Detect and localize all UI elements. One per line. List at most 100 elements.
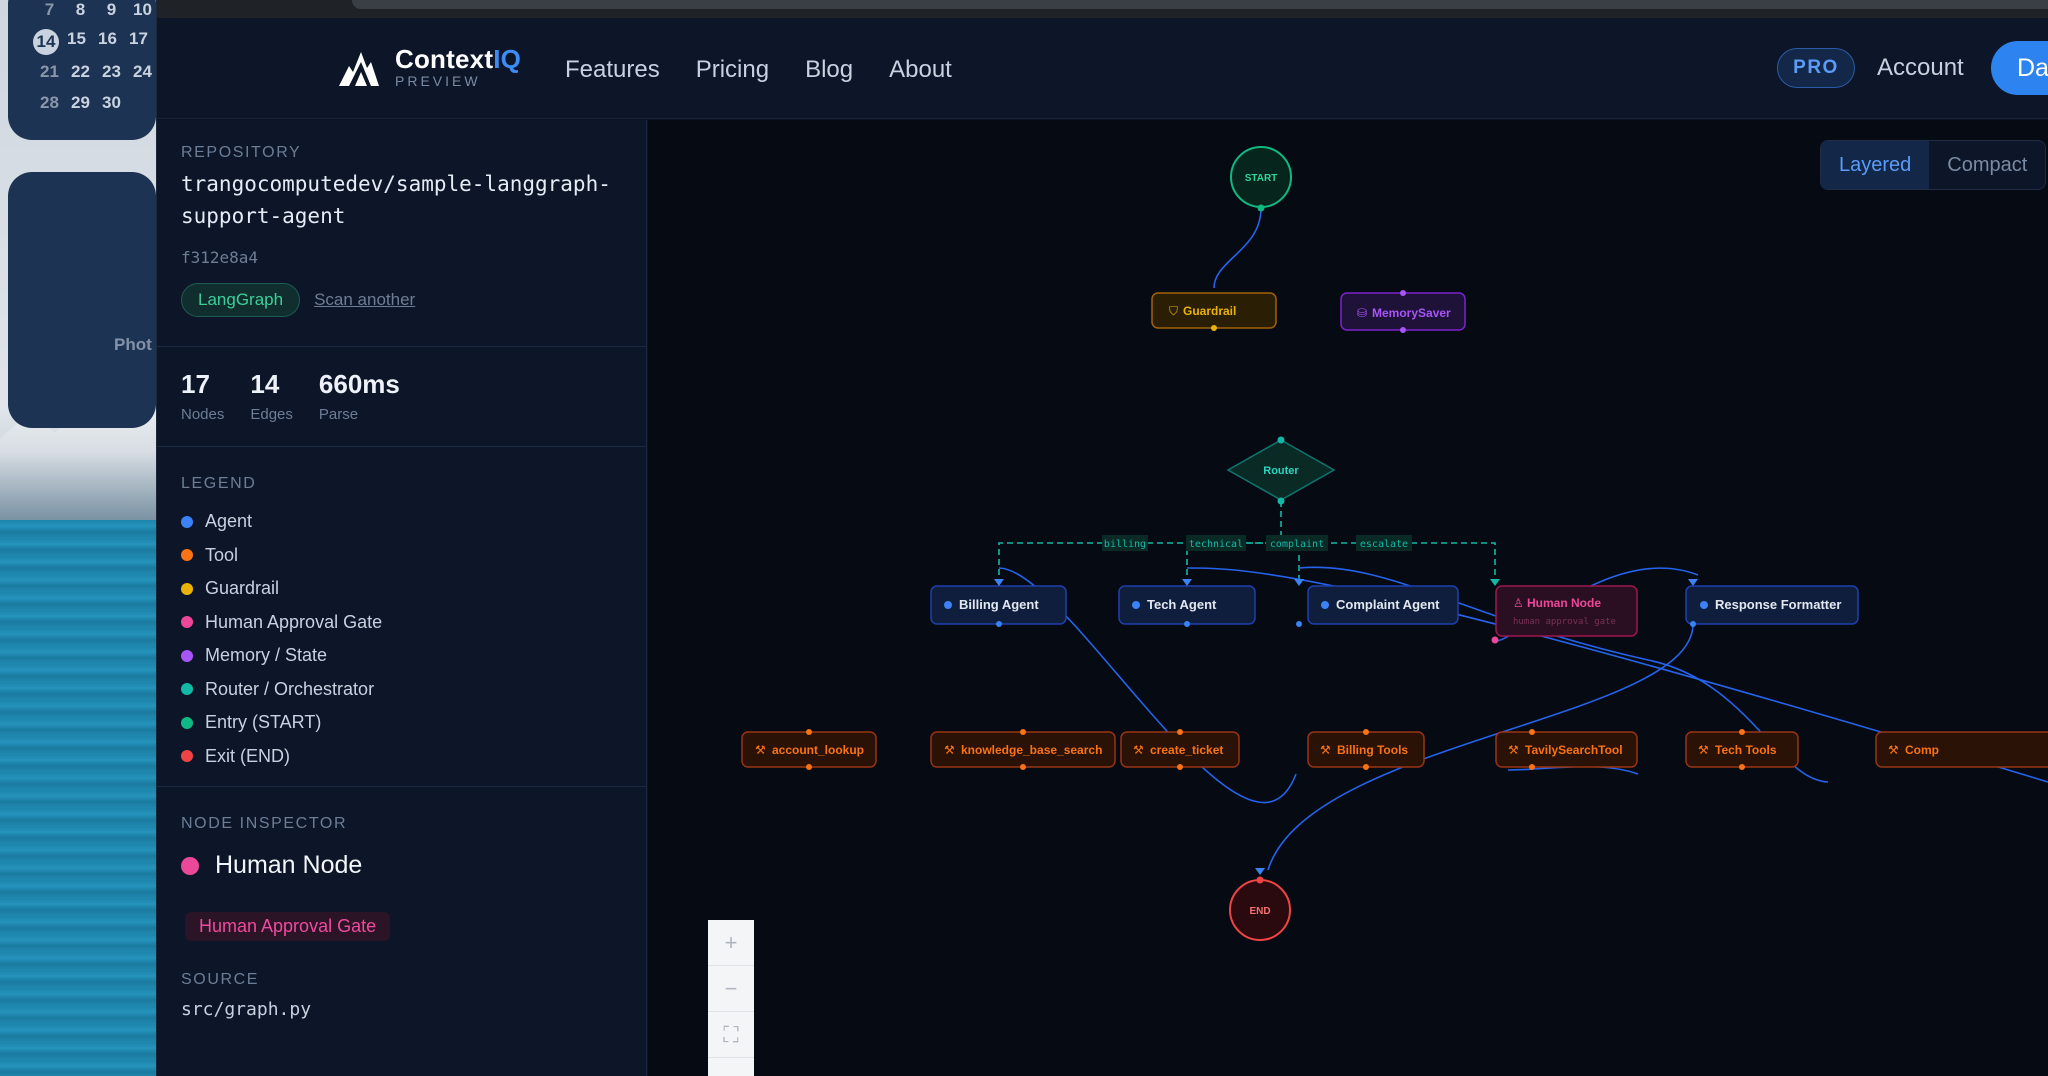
edge-label-technical: technical [1189, 539, 1243, 550]
calendar-day: 9 [106, 0, 117, 19]
toggle-compact[interactable]: Compact [1929, 141, 2045, 189]
nav-blog[interactable]: Blog [805, 56, 853, 84]
photos-widget[interactable]: Phot [8, 172, 156, 428]
source-path: src/graph.py [181, 999, 312, 1020]
toggle-layered[interactable]: Layered [1821, 141, 1930, 189]
legend-item-router: Router / Orchestrator [181, 673, 623, 707]
browser-toolbar [157, 0, 2048, 18]
node-billing-tools[interactable]: ⚒ Billing Tools [1307, 729, 1425, 770]
node-tech-tools[interactable]: ⚒ Tech Tools [1685, 729, 1799, 770]
node-account-lookup[interactable]: ⚒ account_lookup [741, 729, 877, 770]
calendar-day: 8 [75, 0, 86, 19]
svg-text:Billing Tools: Billing Tools [1337, 743, 1408, 757]
legend-section: LEGEND Agent Tool Guardrail Human Approv… [157, 447, 647, 787]
node-start-label: START [1245, 173, 1278, 184]
legend-dot [181, 750, 193, 763]
svg-text:TavilySearchTool: TavilySearchTool [1525, 743, 1623, 757]
repository-section: REPOSITORY trangocomputedev/sample-langg… [157, 120, 647, 347]
framework-tag: LangGraph [181, 283, 301, 317]
nav-features[interactable]: Features [565, 56, 660, 84]
wrench-icon: ⚒ [944, 743, 955, 757]
node-knowledge-base-search[interactable]: ⚒ knowledge_base_search [930, 729, 1116, 770]
tool-nodes: ⚒ account_lookup ⚒ knowledge_base_search… [741, 729, 2048, 770]
dashboard-button[interactable]: Da [1991, 41, 2048, 95]
inspector-node-title: Human Node [181, 851, 623, 880]
nav-pricing[interactable]: Pricing [696, 56, 769, 84]
node-response-formatter[interactable]: Response Formatter [1685, 579, 1859, 627]
photos-widget-label: Phot [114, 335, 152, 354]
wrench-icon: ⚒ [1698, 743, 1709, 757]
calendar-widget[interactable]: 7 8 9 10 14 15 16 17 21 22 23 24 28 29 3… [8, 0, 156, 140]
address-bar[interactable] [352, 0, 2048, 9]
calendar-day: 23 [102, 62, 121, 81]
calendar-day: 28 [40, 93, 59, 112]
node-memory[interactable]: ⛁ MemorySaver [1340, 290, 1466, 333]
legend-item-memory-state: Memory / State [181, 639, 623, 673]
calendar-day: 10 [133, 0, 152, 19]
calendar-row: 7 8 9 10 [34, 0, 156, 20]
browser-window: ContextIQ PREVIEW Features Pricing Blog … [156, 0, 2048, 1076]
legend-list: Agent Tool Guardrail Human Approval Gate… [181, 505, 623, 773]
pro-badge[interactable]: PRO [1777, 48, 1855, 88]
nav-about[interactable]: About [889, 56, 952, 84]
repo-name: trangocomputedev/sample-langgraph-suppor… [181, 172, 611, 228]
sidebar: REPOSITORY trangocomputedev/sample-langg… [157, 120, 647, 1076]
node-guardrail-label: Guardrail [1183, 304, 1236, 318]
stat-edges: 14 Edges [250, 369, 293, 423]
node-complaint-tools[interactable]: ⚒ Comp [1875, 731, 2048, 768]
calendar-day: 30 [102, 93, 121, 112]
calendar-day: 15 [67, 29, 86, 48]
calendar-today: 14 [33, 29, 59, 55]
node-router[interactable]: Router [1226, 436, 1336, 505]
zoom-in-button[interactable]: + [708, 920, 754, 966]
commit-hash: f312e8a4 [181, 248, 259, 267]
edge-label-billing: billing [1104, 539, 1146, 550]
node-start[interactable]: START [1230, 146, 1292, 212]
calendar-day: 24 [133, 62, 152, 81]
fit-view-button[interactable]: ⛶ [708, 1012, 754, 1058]
node-tech-agent-label: Tech Agent [1147, 597, 1217, 612]
site-header: ContextIQ PREVIEW Features Pricing Blog … [157, 18, 2048, 119]
node-response-formatter-label: Response Formatter [1715, 597, 1841, 612]
svg-text:Comp: Comp [1905, 743, 1939, 757]
calendar-row: 21 22 23 24 [34, 62, 156, 82]
node-complaint-agent-label: Complaint Agent [1336, 597, 1440, 612]
node-end[interactable]: END [1229, 868, 1291, 941]
wrench-icon: ⚒ [1133, 743, 1144, 757]
inspector-node-type: Human Approval Gate [185, 912, 391, 941]
brand-logo[interactable]: ContextIQ PREVIEW [337, 46, 521, 89]
node-complaint-agent[interactable]: Complaint Agent [1294, 579, 1459, 627]
node-inspector-section: NODE INSPECTOR Human Node Human Approval… [157, 787, 647, 1076]
wrench-icon: ⚒ [1888, 743, 1899, 757]
edge-label-complaint: complaint [1270, 539, 1324, 550]
calendar-day: 17 [129, 29, 148, 48]
scan-another-link[interactable]: Scan another [314, 290, 415, 310]
stat-parse: 660ms Parse [318, 369, 400, 423]
node-tavily-search[interactable]: ⚒ TavilySearchTool [1495, 729, 1638, 770]
node-human-sublabel: human approval gate [1513, 617, 1616, 627]
node-human[interactable]: ♙ Human Node human approval gate [1490, 579, 1638, 644]
legend-item-exit: Exit (END) [181, 740, 623, 774]
node-guardrail[interactable]: ⛉ Guardrail [1151, 292, 1277, 331]
node-billing-agent-label: Billing Agent [959, 597, 1039, 612]
sea-scenery [0, 520, 156, 1076]
node-create-ticket[interactable]: ⚒ create_ticket [1120, 729, 1240, 770]
inspector-node-name: Human Node [215, 851, 363, 879]
graph-canvas[interactable]: billing technical complaint escalate STA… [648, 120, 2048, 1076]
legend-item-human-approval-gate: Human Approval Gate [181, 606, 623, 640]
zoom-out-button[interactable]: − [708, 966, 754, 1012]
node-tech-agent[interactable]: Tech Agent [1118, 579, 1256, 627]
calendar-day: 21 [40, 62, 59, 81]
database-icon: ⛁ [1357, 306, 1367, 320]
source-label: SOURCE [181, 971, 260, 988]
node-billing-agent[interactable]: Billing Agent [930, 579, 1067, 627]
stat-nodes: 17 Nodes [181, 369, 225, 423]
account-link[interactable]: Account [1877, 54, 1964, 82]
wrench-icon: ⚒ [755, 743, 766, 757]
wrench-icon: ⚒ [1320, 743, 1331, 757]
zoom-controls: + − ⛶ [708, 920, 754, 1076]
brand-subtitle: PREVIEW [395, 73, 481, 89]
svg-text:Tech Tools: Tech Tools [1715, 743, 1777, 757]
brand-name: ContextIQ [395, 44, 522, 74]
mountain-logo-icon [339, 51, 379, 86]
